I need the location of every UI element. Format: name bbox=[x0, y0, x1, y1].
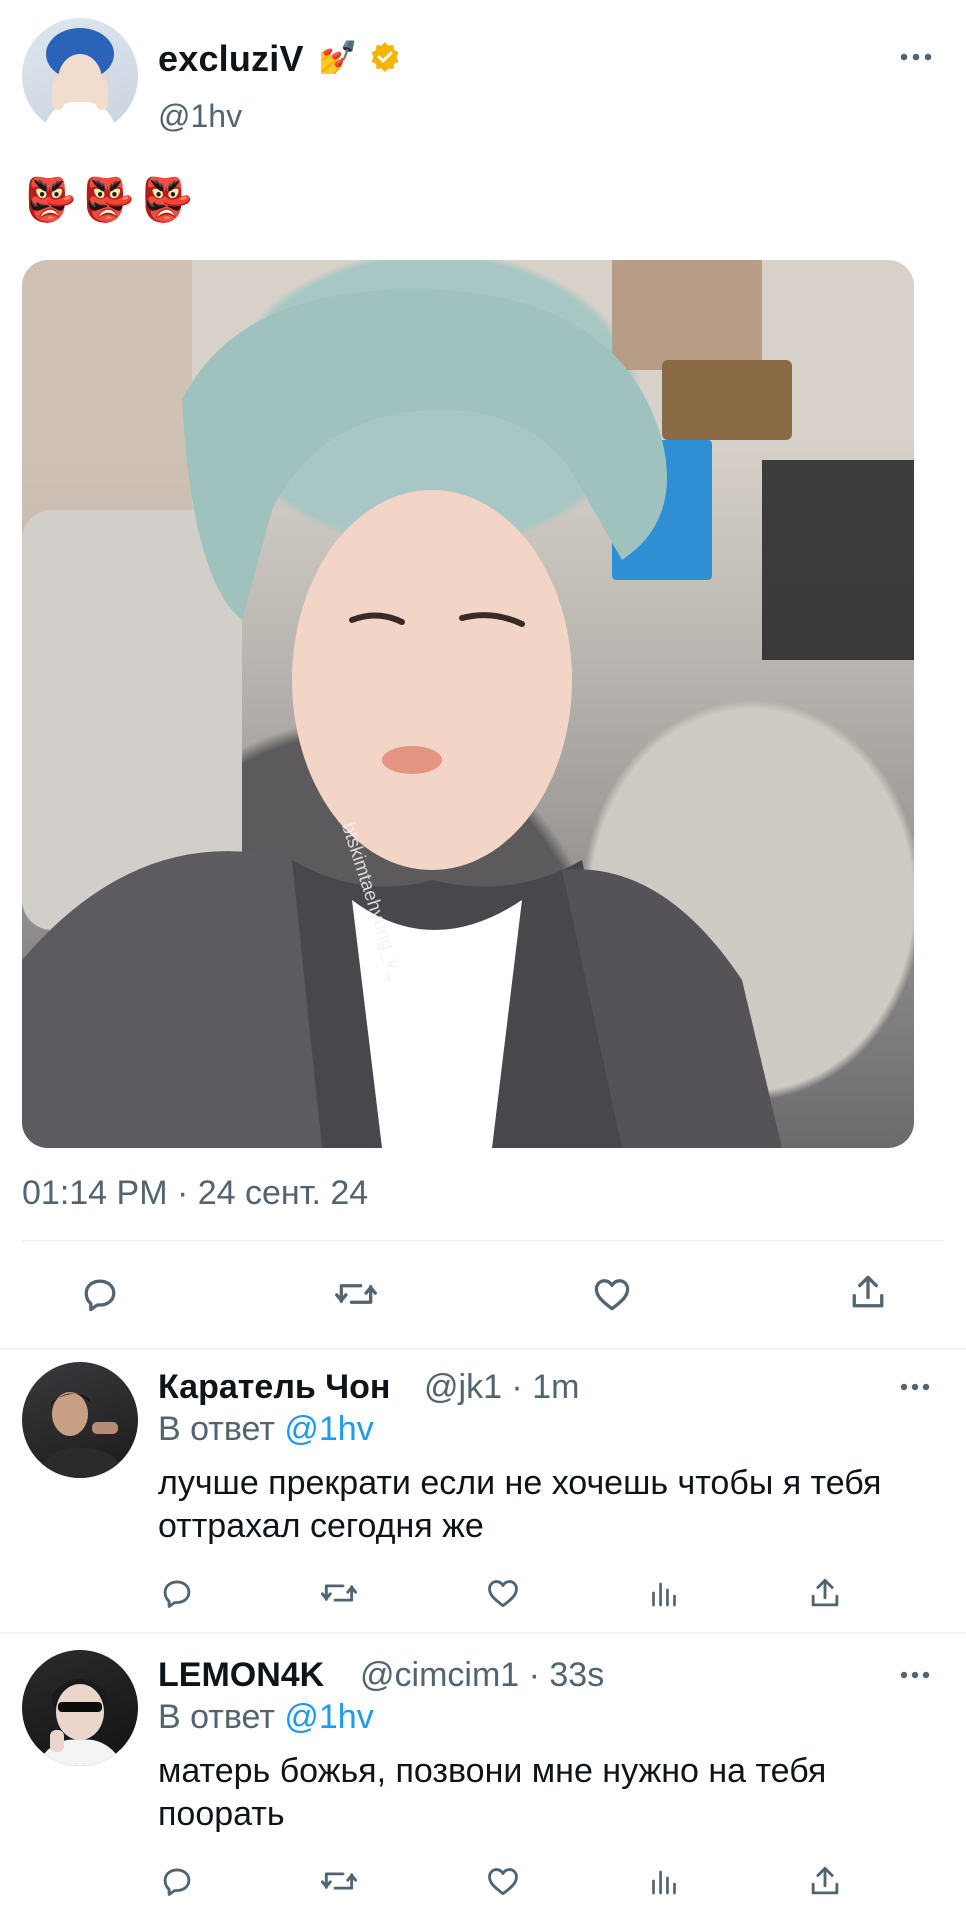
retweet-icon[interactable] bbox=[318, 1574, 360, 1612]
reply-icon[interactable] bbox=[158, 1574, 196, 1612]
reply-to-mention[interactable]: @1hv bbox=[284, 1410, 373, 1448]
reply-to-label: В ответ bbox=[158, 1410, 275, 1448]
tweet-actions-bar bbox=[0, 1262, 966, 1322]
section-separator bbox=[0, 1348, 966, 1350]
reply-icon[interactable] bbox=[158, 1862, 196, 1900]
reply-tweet[interactable]: LEMON4K @cimcim1 · 33s В ответ @1hv мате… bbox=[0, 1650, 966, 1920]
more-options-icon[interactable] bbox=[900, 52, 932, 62]
share-icon[interactable] bbox=[806, 1574, 844, 1612]
views-icon[interactable] bbox=[646, 1862, 682, 1900]
reply-icon[interactable] bbox=[78, 1272, 122, 1316]
tweet-text: 👺👺👺 bbox=[24, 176, 199, 223]
author-name[interactable]: excluziV bbox=[158, 38, 304, 80]
reply-to-line: В ответ @1hv bbox=[158, 1698, 374, 1737]
retweet-icon[interactable] bbox=[332, 1272, 380, 1316]
reply-author-avatar[interactable] bbox=[22, 1362, 138, 1478]
reply-author-avatar[interactable] bbox=[22, 1650, 138, 1766]
like-icon[interactable] bbox=[484, 1574, 522, 1612]
tweet-photo[interactable]: btskimtaehyung_v_ bbox=[22, 260, 914, 1148]
retweet-icon[interactable] bbox=[318, 1862, 360, 1900]
share-icon[interactable] bbox=[846, 1270, 890, 1314]
reply-author-name[interactable]: LEMON4K bbox=[158, 1656, 324, 1695]
views-icon[interactable] bbox=[646, 1574, 682, 1612]
reply-to-line: В ответ @1hv bbox=[158, 1410, 374, 1449]
author-handle[interactable]: @1hv bbox=[158, 98, 242, 135]
section-separator bbox=[0, 1632, 966, 1634]
reply-handle-time[interactable]: @jk1 · 1m bbox=[424, 1368, 579, 1407]
like-icon[interactable] bbox=[484, 1862, 522, 1900]
author-avatar[interactable] bbox=[22, 18, 138, 134]
name-emoji: 💅 bbox=[318, 39, 358, 75]
reply-handle-time[interactable]: @cimcim1 · 33s bbox=[360, 1656, 604, 1695]
reply-text: лучше прекрати если не хочешь чтобы я те… bbox=[158, 1464, 882, 1545]
person-figure bbox=[22, 289, 782, 1148]
divider bbox=[22, 1240, 944, 1241]
reply-text: матерь божья, позвони мне нужно на тебя … bbox=[158, 1752, 827, 1833]
reply-author-name[interactable]: Каратель Чон bbox=[158, 1368, 390, 1407]
more-options-icon[interactable] bbox=[900, 1670, 930, 1680]
reply-to-mention[interactable]: @1hv bbox=[284, 1698, 373, 1736]
tweet-header: excluziV 💅 @1hv bbox=[22, 18, 944, 136]
reply-actions-bar bbox=[0, 1574, 966, 1614]
share-icon[interactable] bbox=[806, 1862, 844, 1900]
more-options-icon[interactable] bbox=[900, 1382, 930, 1392]
verified-badge-icon bbox=[370, 42, 400, 72]
reply-to-label: В ответ bbox=[158, 1698, 275, 1736]
like-icon[interactable] bbox=[590, 1272, 634, 1316]
reply-actions-bar bbox=[0, 1862, 966, 1902]
tweet-timestamp[interactable]: 01:14 PM · 24 сент. 24 bbox=[22, 1174, 368, 1213]
reply-tweet[interactable]: Каратель Чон @jk1 · 1m В ответ @1hv лучш… bbox=[0, 1362, 966, 1632]
